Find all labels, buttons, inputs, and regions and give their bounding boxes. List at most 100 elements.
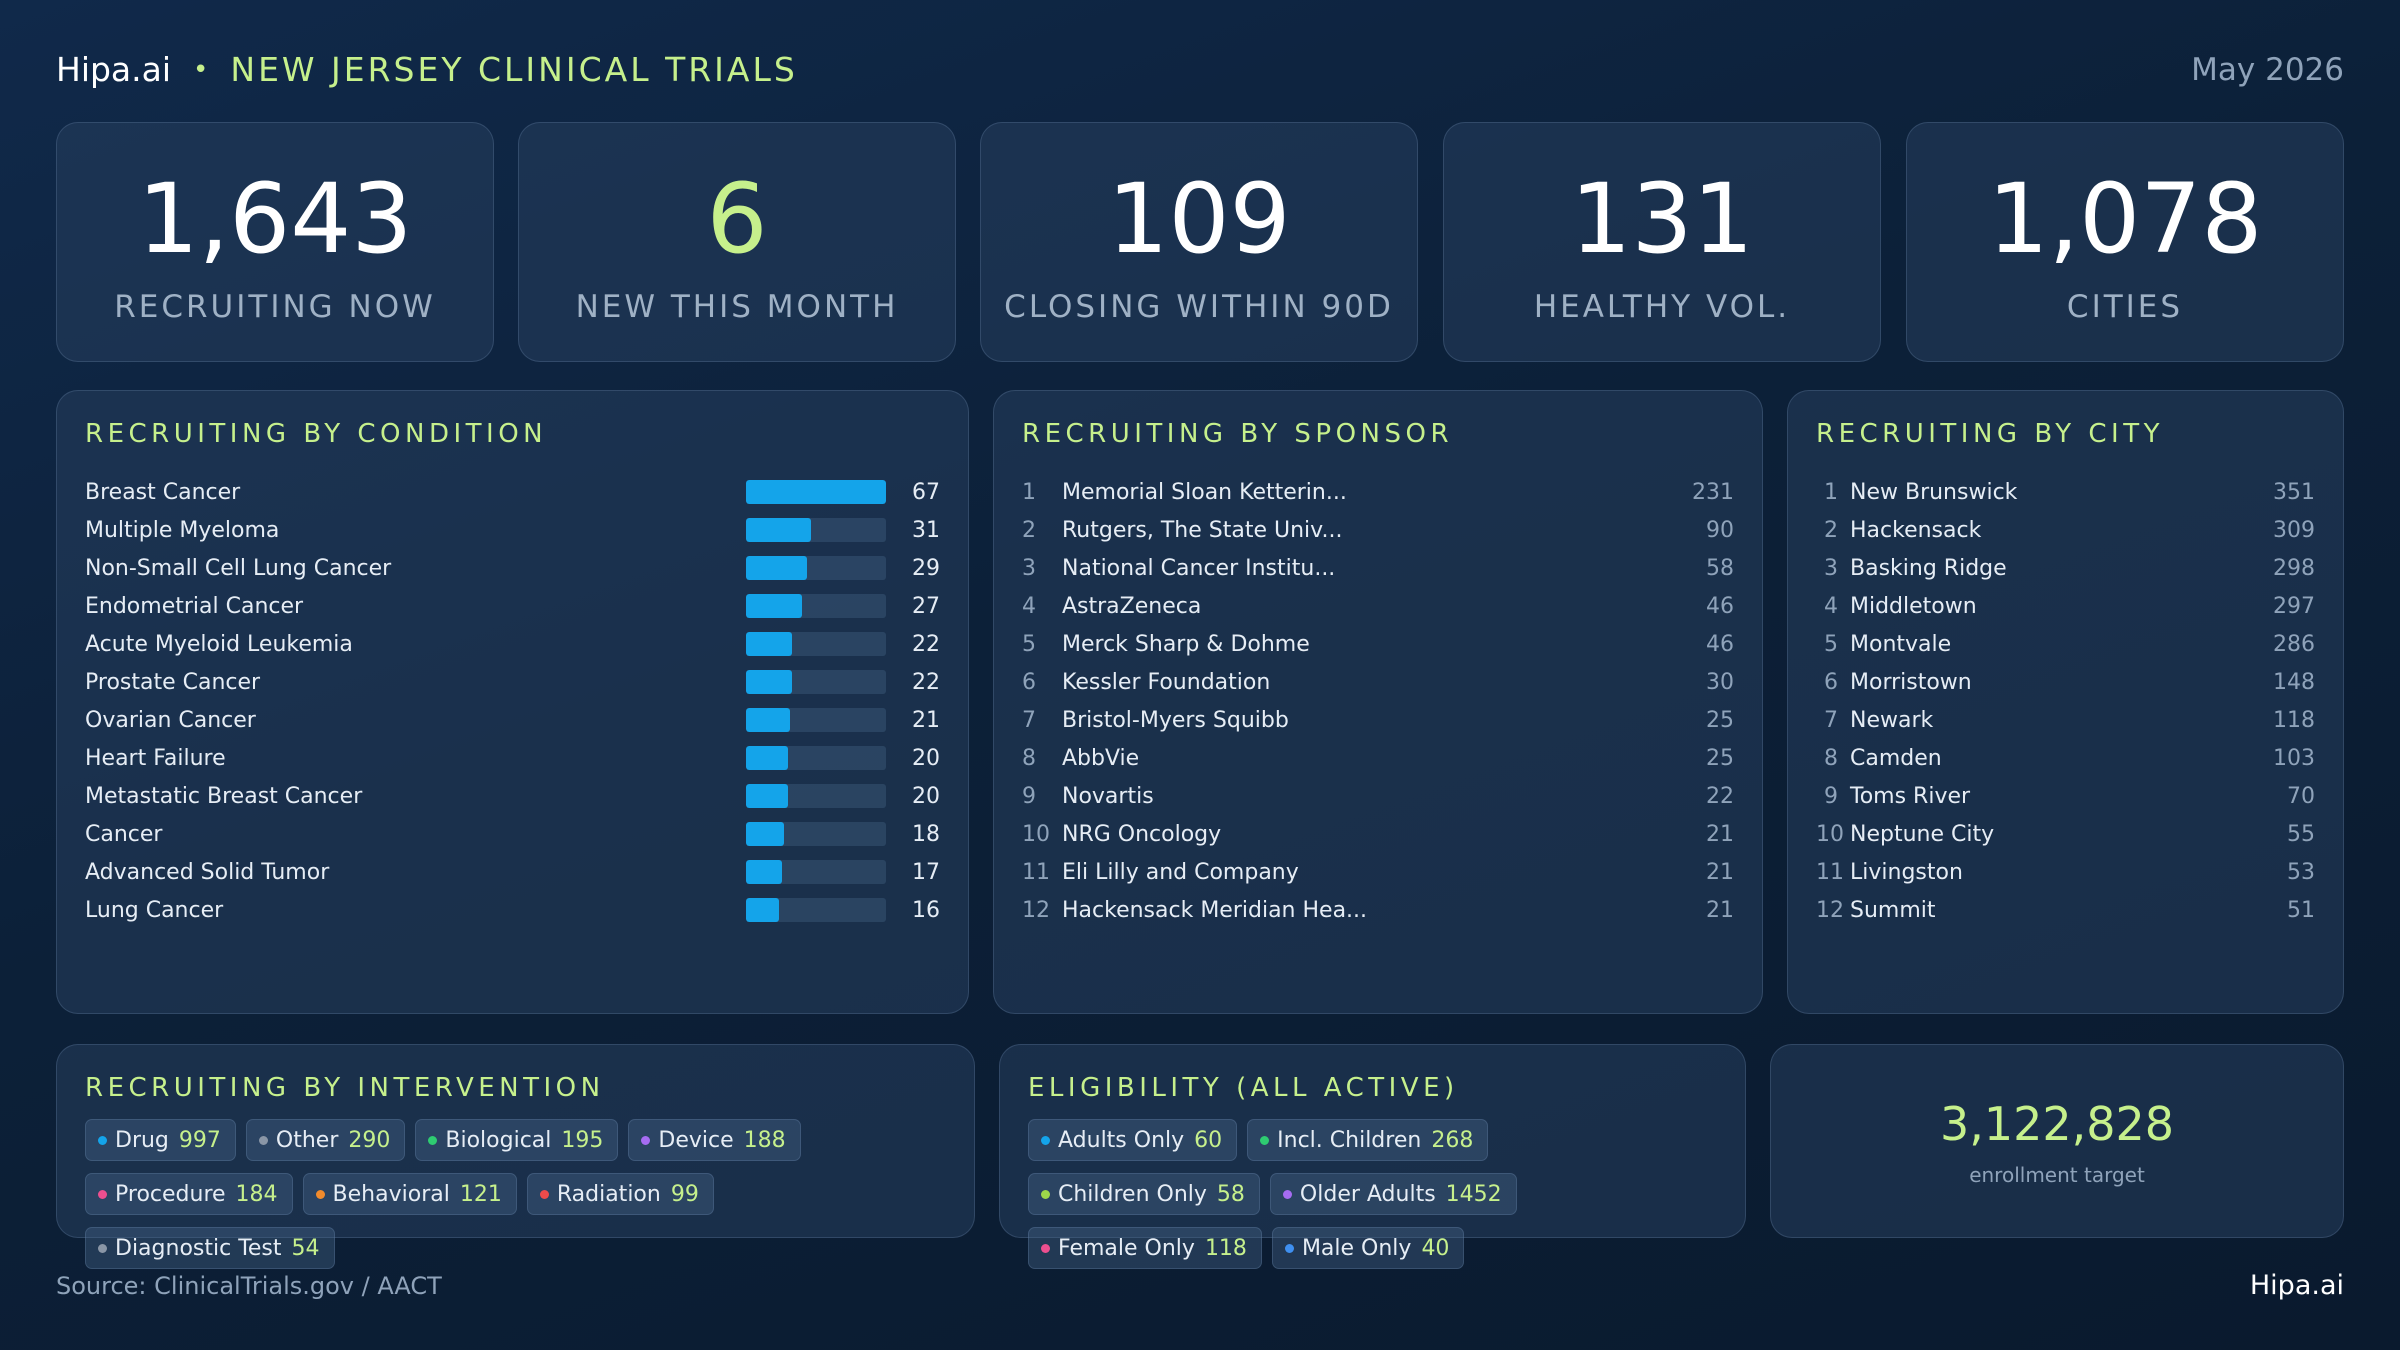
condition-bar: [746, 708, 790, 732]
city-rank: 5: [1824, 631, 1838, 657]
enrollment-panel: 3,122,828 enrollment target: [1770, 1044, 2344, 1238]
stat-value: 109: [1107, 163, 1291, 275]
condition-count: 20: [912, 745, 940, 771]
intervention-chip-label: Drug: [115, 1127, 169, 1153]
city-name: Newark: [1850, 707, 1934, 733]
condition-count: 17: [912, 859, 940, 885]
dot-icon: [98, 1243, 107, 1253]
intervention-chip: Behavioral 121: [302, 1173, 517, 1215]
condition-bar-track: [746, 898, 886, 922]
stat-card-closing-within-90d: 109 CLOSING WITHIN 90D: [980, 122, 1418, 362]
section-title: RECRUITING BY INTERVENTION: [85, 1073, 605, 1103]
intervention-chip: Drug 997: [85, 1119, 236, 1161]
eligibility-chip: Female Only 118: [1028, 1227, 1262, 1269]
sponsor-row: 9 Novartis 22: [1022, 777, 1734, 815]
city-count: 351: [2273, 479, 2315, 505]
condition-bar-track: [746, 670, 886, 694]
condition-count: 21: [912, 707, 940, 733]
header: Hipa.ai • NEW JERSEY CLINICAL TRIALS: [56, 50, 798, 89]
condition-label: Multiple Myeloma: [85, 517, 280, 543]
sponsor-name: Novartis: [1062, 783, 1154, 809]
condition-panel: RECRUITING BY CONDITION Breast Cancer 67 M…: [56, 390, 969, 1014]
condition-row: Breast Cancer 67: [85, 473, 940, 511]
dot-icon: [1260, 1135, 1270, 1145]
condition-count: 20: [912, 783, 940, 809]
city-rank: 4: [1824, 593, 1838, 619]
sponsor-rank: 6: [1022, 669, 1036, 695]
sponsor-rank: 10: [1022, 821, 1050, 847]
condition-row: Non-Small Cell Lung Cancer 29: [85, 549, 940, 587]
condition-bar: [746, 670, 792, 694]
sponsor-row: 11 Eli Lilly and Company 21: [1022, 853, 1734, 891]
city-name: Hackensack: [1850, 517, 1982, 543]
city-name: Livingston: [1850, 859, 1963, 885]
condition-count: 16: [912, 897, 940, 923]
eligibility-chip-label: Incl. Children: [1277, 1127, 1422, 1153]
sponsor-count: 46: [1706, 631, 1734, 657]
sponsor-row: 1 Memorial Sloan Ketterin... 231: [1022, 473, 1734, 511]
enrollment-value: 3,122,828: [1939, 1097, 2175, 1151]
stat-label: NEW THIS MONTH: [575, 289, 899, 325]
city-rank: 2: [1824, 517, 1838, 543]
eligibility-chip: Adults Only 60: [1028, 1119, 1238, 1161]
condition-label: Lung Cancer: [85, 897, 224, 923]
condition-row: Multiple Myeloma 31: [85, 511, 940, 549]
sponsor-row: 8 AbbVie 25: [1022, 739, 1734, 777]
condition-bar-track: [746, 860, 886, 884]
sponsor-count: 25: [1706, 707, 1734, 733]
section-title: RECRUITING BY CONDITION: [85, 419, 548, 449]
sponsor-row: 2 Rutgers, The State Univ... 90: [1022, 511, 1734, 549]
eligibility-chip-label: Female Only: [1058, 1235, 1195, 1261]
sponsor-count: 21: [1706, 859, 1734, 885]
condition-label: Endometrial Cancer: [85, 593, 304, 619]
condition-label: Metastatic Breast Cancer: [85, 783, 363, 809]
stat-card-recruiting-now: 1,643 RECRUITING NOW: [56, 122, 494, 362]
sponsor-name: AstraZeneca: [1062, 593, 1202, 619]
city-name: Summit: [1850, 897, 1936, 923]
stat-value: 1,078: [1987, 163, 2263, 275]
stat-value: 6: [706, 163, 768, 275]
condition-bar-track: [746, 556, 886, 580]
intervention-chip-label: Biological: [445, 1127, 552, 1153]
sponsor-row: 7 Bristol-Myers Squibb 25: [1022, 701, 1734, 739]
condition-label: Acute Myeloid Leukemia: [85, 631, 353, 657]
intervention-chip-label: Radiation: [556, 1181, 661, 1207]
city-count: 53: [2287, 859, 2315, 885]
city-name: Toms River: [1850, 783, 1971, 809]
intervention-chip: Radiation 99: [526, 1173, 714, 1215]
sponsor-name: NRG Oncology: [1062, 821, 1222, 847]
sponsor-rank: 2: [1022, 517, 1036, 543]
sponsor-row: 5 Merck Sharp & Dohme 46: [1022, 625, 1734, 663]
dot-icon: [1282, 1189, 1292, 1199]
condition-bar: [746, 860, 782, 884]
page-title: NEW JERSEY CLINICAL TRIALS: [230, 50, 798, 89]
intervention-chip-count: 290: [348, 1127, 391, 1153]
condition-bar: [746, 594, 803, 618]
city-count: 148: [2273, 669, 2315, 695]
intervention-chip-label: Procedure: [115, 1181, 226, 1207]
eligibility-chip-count: 60: [1194, 1127, 1223, 1153]
condition-bar-track: [746, 822, 886, 846]
section-title: ELIGIBILITY (ALL ACTIVE): [1028, 1073, 1459, 1103]
condition-count: 22: [912, 631, 940, 657]
stat-label: CITIES: [2066, 289, 2184, 325]
eligibility-chip-count: 1452: [1445, 1181, 1502, 1207]
city-count: 309: [2273, 517, 2315, 543]
stat-label: RECRUITING NOW: [114, 289, 436, 325]
eligibility-chip: Incl. Children 268: [1247, 1119, 1489, 1161]
condition-bar-track: [746, 746, 886, 770]
city-rank: 6: [1824, 669, 1838, 695]
city-count: 55: [2287, 821, 2315, 847]
sponsor-row: 4 AstraZeneca 46: [1022, 587, 1734, 625]
intervention-chip-count: 99: [670, 1181, 699, 1207]
stat-card-new-this-month: 6 NEW THIS MONTH: [518, 122, 956, 362]
eligibility-chip: Children Only 58: [1028, 1173, 1260, 1215]
intervention-chip-count: 997: [178, 1127, 221, 1153]
city-row: 10 Neptune City 55: [1816, 815, 2315, 853]
report-date: May 2026: [2191, 52, 2344, 88]
header-separator: •: [193, 54, 209, 85]
dot-icon: [641, 1135, 651, 1145]
eligibility-chip: Older Adults 1452: [1269, 1173, 1517, 1215]
city-count: 286: [2273, 631, 2315, 657]
intervention-chip: Device 188: [628, 1119, 801, 1161]
